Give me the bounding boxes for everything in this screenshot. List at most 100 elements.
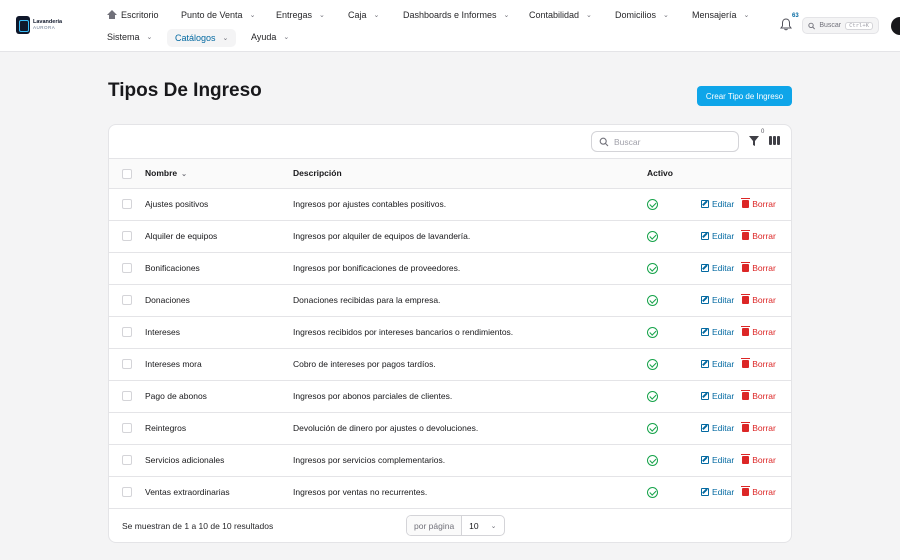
top-navbar: Lavandería AURORA Escritorio Punto de Ve… — [0, 0, 900, 52]
chevron-down-icon: ⌄ — [503, 12, 510, 19]
row-checkbox[interactable] — [122, 423, 132, 434]
delete-button[interactable]: Borrar — [741, 293, 776, 305]
delete-button[interactable]: Borrar — [741, 357, 776, 369]
edit-button[interactable]: Editar — [701, 263, 734, 273]
edit-button[interactable]: Editar — [701, 391, 734, 401]
chevron-down-icon: ⌄ — [283, 34, 290, 41]
nav-item-caja[interactable]: Caja ⌄ — [348, 7, 379, 23]
nav-item-contabilidad[interactable]: Contabilidad ⌄ — [529, 7, 592, 23]
per-page-select[interactable]: por página 10 ⌄ — [406, 515, 505, 536]
nav-item-punto-de-venta[interactable]: Punto de Venta ⌄ — [181, 7, 255, 23]
row-checkbox[interactable] — [122, 359, 132, 370]
nav-item-domicilios[interactable]: Domicilios ⌄ — [615, 7, 669, 23]
active-check-icon — [647, 198, 658, 210]
row-checkbox[interactable] — [122, 295, 132, 306]
cell-description: Ingresos recibidos por intereses bancari… — [293, 316, 647, 349]
trash-icon — [741, 453, 751, 464]
delete-button[interactable]: Borrar — [741, 421, 776, 433]
row-checkbox[interactable] — [122, 455, 132, 466]
trash-icon — [741, 357, 751, 368]
row-checkbox[interactable] — [122, 327, 132, 338]
cell-description: Ingresos por ventas no recurrentes. — [293, 476, 647, 509]
column-header-nombre[interactable]: Nombre ⌄ — [145, 159, 293, 189]
delete-button[interactable]: Borrar — [741, 229, 776, 241]
chevron-down-icon: ⌄ — [586, 12, 592, 19]
table-search — [591, 131, 739, 152]
table-row: Pago de abonos Ingresos por abonos parcia… — [109, 380, 791, 413]
delete-button[interactable]: Borrar — [741, 453, 776, 465]
delete-button[interactable]: Borrar — [741, 485, 776, 497]
nav-item-sistema[interactable]: Sistema ⌄ — [107, 29, 152, 45]
cell-name: Donaciones — [145, 284, 293, 317]
cell-description: Ingresos por bonificaciones de proveedor… — [293, 252, 647, 285]
table-toolbar: 0 — [109, 125, 791, 159]
trash-icon — [741, 229, 751, 240]
table-row: Ventas extraordinarias Ingresos por venta… — [109, 476, 791, 509]
trash-icon — [741, 197, 751, 208]
create-income-type-button[interactable]: Crear Tipo de Ingreso — [697, 86, 792, 106]
shortcut-hint: Ctrl+K — [845, 21, 873, 30]
nav-item-escritorio[interactable]: Escritorio — [107, 7, 159, 23]
chevron-down-icon: ⌄ — [249, 12, 256, 19]
table-card: 0 Nombre⌄ Descripción Activo Ajustes pos… — [108, 124, 792, 543]
delete-button[interactable]: Borrar — [741, 325, 776, 337]
delete-button[interactable]: Borrar — [741, 389, 776, 401]
edit-button[interactable]: Editar — [701, 359, 734, 369]
edit-button[interactable]: Editar — [701, 327, 734, 337]
nav-item-ayuda[interactable]: Ayuda ⌄ — [251, 29, 289, 45]
active-check-icon — [647, 262, 658, 274]
trash-icon — [741, 293, 751, 304]
cell-description: Donaciones recibidas para la empresa. — [293, 284, 647, 317]
delete-button[interactable]: Borrar — [741, 261, 776, 273]
cell-name: Pago de abonos — [145, 380, 293, 413]
cell-name: Servicios adicionales — [145, 444, 293, 477]
row-checkbox[interactable] — [122, 391, 132, 402]
nav-item-mensajeria[interactable]: Mensajería ⌄ — [692, 7, 749, 23]
edit-button[interactable]: Editar — [701, 455, 734, 465]
cell-name: Bonificaciones — [145, 252, 293, 285]
cell-name: Intereses mora — [145, 348, 293, 381]
cell-name: Ajustes positivos — [145, 188, 293, 221]
results-summary: Se muestran de 1 a 10 de 10 resultados — [122, 521, 274, 531]
columns-icon[interactable] — [769, 136, 781, 145]
nav-item-dashboards[interactable]: Dashboards e Informes ⌄ — [403, 7, 509, 23]
cell-name: Intereses — [145, 316, 293, 349]
edit-button[interactable]: Editar — [701, 199, 734, 209]
table-footer: Se muestran de 1 a 10 de 10 resultados p… — [109, 509, 791, 542]
trash-icon — [741, 389, 751, 400]
cell-description: Ingresos por ajustes contables positivos… — [293, 188, 647, 221]
pencil-icon — [701, 423, 709, 432]
per-page-value: 10 — [469, 520, 479, 531]
table-row: Servicios adicionales Ingresos por servic… — [109, 444, 791, 477]
brand-logo[interactable]: Lavandería AURORA — [16, 16, 62, 34]
chevron-down-icon: ⌄ — [490, 522, 497, 530]
edit-button[interactable]: Editar — [701, 423, 734, 433]
cell-description: Cobro de intereses por pagos tardíos. — [293, 348, 647, 381]
notifications-badge: 63 — [792, 13, 799, 19]
trash-icon — [741, 261, 751, 272]
nav-item-catalogos[interactable]: Catálogos ⌄ — [167, 29, 237, 47]
table-search-input[interactable] — [614, 136, 724, 147]
pencil-icon — [701, 391, 709, 400]
delete-button[interactable]: Borrar — [741, 197, 776, 209]
search-icon — [808, 22, 816, 29]
row-checkbox[interactable] — [122, 487, 132, 498]
global-search-button[interactable]: Buscar Ctrl+K — [802, 17, 879, 34]
row-checkbox[interactable] — [122, 231, 132, 242]
filter-icon[interactable] — [749, 136, 759, 146]
edit-button[interactable]: Editar — [701, 231, 734, 241]
home-icon — [107, 10, 117, 20]
row-checkbox[interactable] — [122, 263, 132, 274]
pencil-icon — [701, 359, 709, 368]
trash-icon — [741, 325, 751, 336]
user-avatar[interactable] — [891, 17, 900, 35]
table-row: Bonificaciones Ingresos por bonificacione… — [109, 252, 791, 285]
edit-button[interactable]: Editar — [701, 295, 734, 305]
select-all-checkbox[interactable] — [122, 168, 132, 179]
row-checkbox[interactable] — [122, 199, 132, 210]
pencil-icon — [701, 295, 709, 304]
nav-item-entregas[interactable]: Entregas ⌄ — [276, 7, 325, 23]
edit-button[interactable]: Editar — [701, 487, 734, 497]
bell-icon[interactable] — [780, 18, 792, 31]
pencil-icon — [701, 231, 709, 240]
